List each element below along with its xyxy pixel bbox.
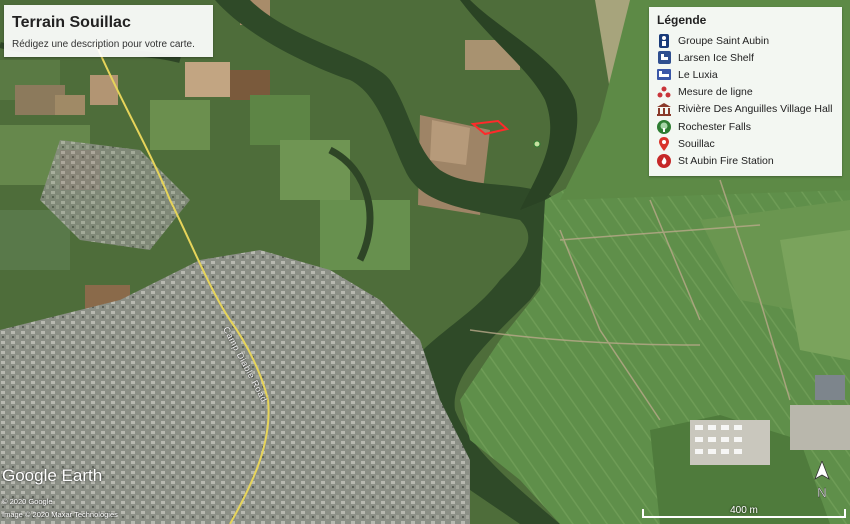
legend-panel: Légende Groupe Saint Aubin Larsen Ice Sh… bbox=[649, 7, 842, 176]
legend-item-groupe-saint-aubin[interactable]: Groupe Saint Aubin bbox=[657, 32, 832, 49]
pin-icon bbox=[657, 136, 671, 151]
person-marker-icon bbox=[657, 33, 671, 48]
copyright-imagery: Image © 2020 Maxar Technologies bbox=[2, 510, 118, 519]
hotel-icon bbox=[657, 51, 671, 65]
legend-list: Groupe Saint Aubin Larsen Ice Shelf Le L… bbox=[657, 32, 832, 170]
legend-item-label: Rochester Falls bbox=[678, 120, 751, 133]
scale-label: 400 m bbox=[730, 505, 758, 516]
legend-item-label: Le Luxia bbox=[678, 68, 718, 81]
legend-item-le-luxia[interactable]: Le Luxia bbox=[657, 66, 832, 83]
legend-item-st-aubin-fire-station[interactable]: St Aubin Fire Station bbox=[657, 152, 832, 169]
map-description[interactable]: Rédigez une description pour votre carte… bbox=[12, 39, 195, 50]
satellite-map-view[interactable]: Terrain Souillac Rédigez une description… bbox=[0, 0, 850, 524]
legend-item-label: Larsen Ice Shelf bbox=[678, 51, 754, 64]
scale-line bbox=[642, 516, 846, 518]
legend-item-label: Mesure de ligne bbox=[678, 86, 753, 99]
legend-item-rochester-falls[interactable]: Rochester Falls bbox=[657, 118, 832, 135]
line-measure-icon bbox=[657, 85, 671, 99]
legend-item-riviere-des-anguilles-village-hall[interactable]: Rivière Des Anguilles Village Hall bbox=[657, 101, 832, 118]
legend-item-larsen-ice-shelf[interactable]: Larsen Ice Shelf bbox=[657, 49, 832, 66]
map-title: Terrain Souillac bbox=[12, 14, 131, 31]
building-icon bbox=[657, 102, 671, 116]
scale-bar: 400 m bbox=[640, 500, 848, 522]
copyright-google: © 2020 Google bbox=[2, 497, 53, 506]
north-arrow-icon[interactable]: N bbox=[811, 459, 833, 503]
google-earth-logo: Google Earth bbox=[2, 466, 103, 485]
legend-item-label: Groupe Saint Aubin bbox=[678, 34, 770, 47]
legend-item-mesure-de-ligne[interactable]: Mesure de ligne bbox=[657, 84, 832, 101]
legend-title: Légende bbox=[657, 13, 707, 27]
bed-icon bbox=[657, 68, 671, 82]
legend-item-label: Rivière Des Anguilles Village Hall bbox=[678, 103, 833, 116]
legend-item-label: Souillac bbox=[678, 137, 715, 150]
legend-item-label: St Aubin Fire Station bbox=[678, 154, 774, 167]
fire-station-icon bbox=[657, 153, 671, 168]
legend-item-souillac[interactable]: Souillac bbox=[657, 135, 832, 152]
map-title-panel[interactable]: Terrain Souillac Rédigez une description… bbox=[4, 5, 213, 57]
park-icon bbox=[657, 119, 671, 134]
north-label: N bbox=[817, 485, 826, 500]
